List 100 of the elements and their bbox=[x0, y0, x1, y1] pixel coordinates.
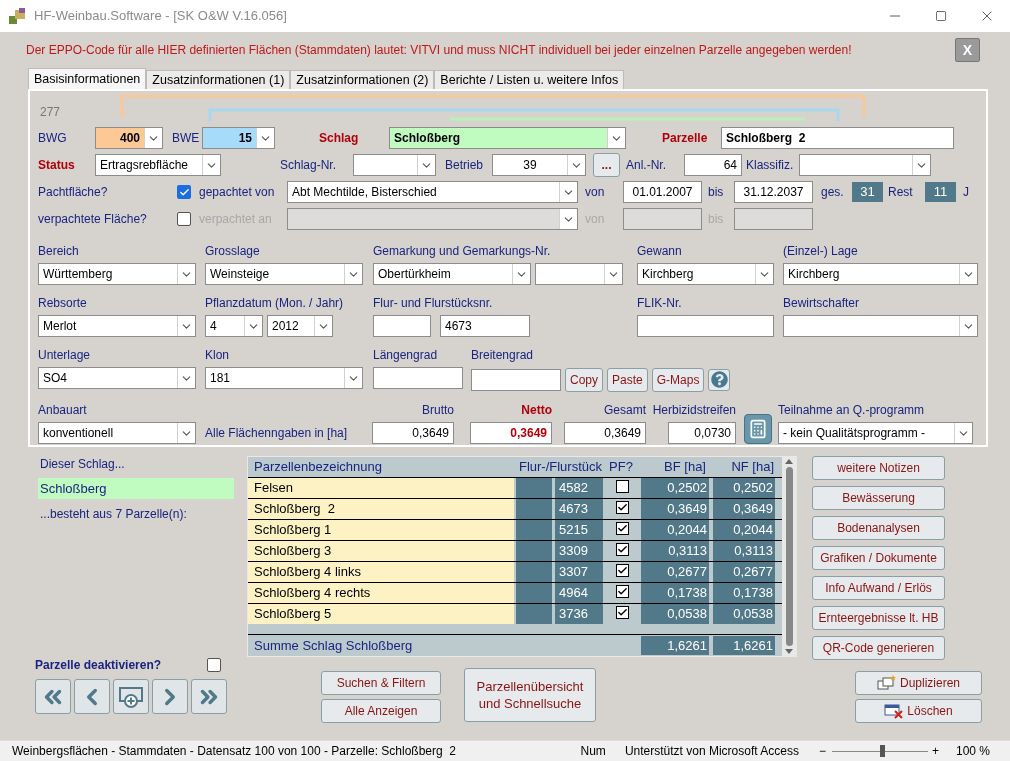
slider-thumb[interactable] bbox=[879, 745, 885, 757]
tab[interactable]: Zusatzinformationen (2) bbox=[290, 70, 435, 89]
checkbox[interactable] bbox=[615, 585, 629, 598]
dropdown[interactable]: 4 bbox=[205, 315, 263, 337]
side-button[interactable]: QR-Code generieren bbox=[812, 636, 945, 660]
field-label: BWE bbox=[171, 130, 201, 146]
side-button[interactable]: Ernteergebnisse lt. HB bbox=[812, 606, 945, 630]
action-button[interactable]: G-Maps bbox=[651, 368, 705, 392]
action-button[interactable]: Copy bbox=[565, 368, 603, 392]
field-label: ges. bbox=[820, 184, 845, 200]
scrollbar[interactable] bbox=[782, 457, 796, 656]
side-button[interactable]: Info Aufwand / Erlös bbox=[812, 576, 945, 600]
calculator-icon[interactable] bbox=[744, 414, 772, 444]
zoom-slider[interactable] bbox=[831, 745, 928, 757]
table-row[interactable]: Felsen 4582 0,2502 0,2502 bbox=[248, 477, 782, 498]
text-field[interactable] bbox=[373, 367, 463, 389]
checkbox[interactable] bbox=[177, 185, 191, 199]
action-button[interactable]: Löschen bbox=[855, 699, 982, 723]
dropdown[interactable] bbox=[783, 315, 978, 337]
text-field[interactable]: 64 bbox=[684, 154, 742, 176]
checkbox[interactable] bbox=[615, 564, 629, 577]
text-field[interactable] bbox=[471, 368, 561, 391]
nav-button[interactable] bbox=[152, 679, 188, 714]
dropdown[interactable]: Schloßberg bbox=[389, 127, 626, 149]
dropdown[interactable]: - kein Qualitätsprogramm - bbox=[778, 422, 973, 444]
side-button[interactable]: weitere Notizen bbox=[812, 456, 945, 480]
dropdown[interactable]: Weinsteige bbox=[205, 263, 363, 285]
text-field[interactable]: 0,0730 bbox=[668, 422, 736, 444]
dropdown[interactable] bbox=[535, 263, 623, 285]
dropdown[interactable] bbox=[799, 154, 932, 176]
checkbox[interactable] bbox=[615, 606, 629, 619]
table-row[interactable]: Schloßberg 4 rechts 4964 0,1738 0,1738 bbox=[248, 582, 782, 603]
action-button[interactable]: Duplizieren bbox=[855, 671, 982, 695]
dropdown[interactable]: 400 bbox=[95, 127, 163, 149]
tab[interactable]: Zusatzinformationen (1) bbox=[146, 70, 291, 89]
text-field[interactable]: 31.12.2037 bbox=[734, 181, 813, 203]
side-button[interactable]: Bewässerung bbox=[812, 486, 945, 510]
tab[interactable]: Berichte / Listen u. weitere Infos bbox=[434, 70, 625, 89]
text-field[interactable]: Schloßberg 2 bbox=[721, 127, 954, 149]
chevron-icon bbox=[256, 128, 274, 148]
tab[interactable]: Basisinformationen bbox=[28, 68, 147, 89]
zoom-in-button[interactable]: + bbox=[931, 742, 939, 760]
dropdown[interactable]: 15 bbox=[202, 127, 275, 149]
dropdown[interactable] bbox=[353, 154, 436, 176]
checkbox[interactable] bbox=[615, 522, 629, 535]
dropdown[interactable] bbox=[287, 208, 578, 230]
column-header: Parzellenbezeichnung bbox=[253, 458, 383, 477]
dropdown[interactable]: konventionell bbox=[38, 422, 196, 444]
dropdown[interactable]: Ertragsrebfläche bbox=[95, 154, 221, 176]
status-text: Weinbergsflächen - Stammdaten - Datensatz 100 von 100 - Parzelle: Schloßberg 2 bbox=[12, 743, 456, 760]
dropdown[interactable]: 39 bbox=[492, 154, 586, 176]
checkbox[interactable] bbox=[207, 658, 221, 672]
side-button[interactable]: Grafiken / Dokumente bbox=[812, 546, 945, 570]
action-button[interactable]: Paste bbox=[607, 368, 648, 392]
dropdown[interactable]: Kirchberg bbox=[637, 263, 774, 285]
text-field[interactable]: 0,3649 bbox=[372, 422, 454, 444]
total-label: Summe Schlag Schloßberg bbox=[253, 637, 414, 655]
side-button[interactable]: Bodenanalysen bbox=[812, 516, 945, 540]
nav-button[interactable] bbox=[191, 679, 227, 714]
dropdown[interactable]: SO4 bbox=[38, 367, 196, 389]
overview-button[interactable]: Parzellenübersicht und Schnellsuche bbox=[464, 668, 596, 722]
search-button[interactable]: Suchen & Filtern bbox=[321, 671, 441, 695]
table-cell: 0,2044 bbox=[641, 520, 709, 540]
zoom-out-button[interactable]: − bbox=[818, 742, 826, 760]
checkbox[interactable] bbox=[615, 480, 629, 493]
table-cell: 0,3649 bbox=[641, 499, 709, 519]
nav-button[interactable] bbox=[35, 679, 71, 714]
checkbox[interactable] bbox=[615, 501, 629, 514]
text-field[interactable] bbox=[623, 208, 702, 230]
checkbox[interactable] bbox=[615, 543, 629, 556]
dropdown[interactable]: 181 bbox=[205, 367, 363, 389]
field-label: Rebsorte bbox=[38, 296, 88, 311]
table-row[interactable]: Schloßberg 4 links 3307 0,2677 0,2677 bbox=[248, 561, 782, 582]
field-label: (Einzel-) Lage bbox=[783, 244, 859, 259]
help-icon[interactable] bbox=[708, 368, 731, 391]
table-row[interactable]: Schloßberg 2 4673 0,3649 0,3649 bbox=[248, 498, 782, 519]
dropdown[interactable]: 2012 bbox=[267, 315, 333, 337]
lookup-button[interactable]: ... bbox=[593, 153, 620, 177]
dropdown[interactable]: Abt Mechtilde, Bisterschied bbox=[287, 181, 578, 203]
table-row[interactable]: Schloßberg 5 3736 0,0538 0,0538 bbox=[248, 603, 782, 624]
field-label: Schlag bbox=[318, 130, 360, 146]
nav-button[interactable] bbox=[113, 679, 149, 714]
text-field[interactable]: 0,3649 bbox=[470, 422, 552, 444]
nav-button[interactable] bbox=[74, 679, 110, 714]
table-row[interactable]: Schloßberg 1 5215 0,2044 0,2044 bbox=[248, 519, 782, 540]
dropdown[interactable]: Obertürkheim bbox=[373, 263, 531, 285]
field-label: Breitengrad bbox=[471, 348, 535, 363]
text-field[interactable]: 01.01.2007 bbox=[623, 181, 702, 203]
dropdown[interactable]: Kirchberg bbox=[783, 263, 978, 285]
field-name-highlight: Schloßberg bbox=[38, 478, 234, 499]
text-field[interactable]: 0,3649 bbox=[564, 422, 646, 444]
dropdown[interactable]: Württemberg bbox=[38, 263, 196, 285]
search-button[interactable]: Alle Anzeigen bbox=[321, 699, 441, 723]
dropdown[interactable]: Merlot bbox=[38, 315, 196, 337]
checkbox[interactable] bbox=[177, 212, 191, 226]
text-field[interactable] bbox=[637, 315, 774, 337]
text-field[interactable] bbox=[373, 315, 431, 337]
text-field[interactable]: 4673 bbox=[440, 315, 530, 337]
text-field[interactable] bbox=[734, 208, 813, 230]
table-row[interactable]: Schloßberg 3 3309 0,3113 0,3113 bbox=[248, 540, 782, 561]
